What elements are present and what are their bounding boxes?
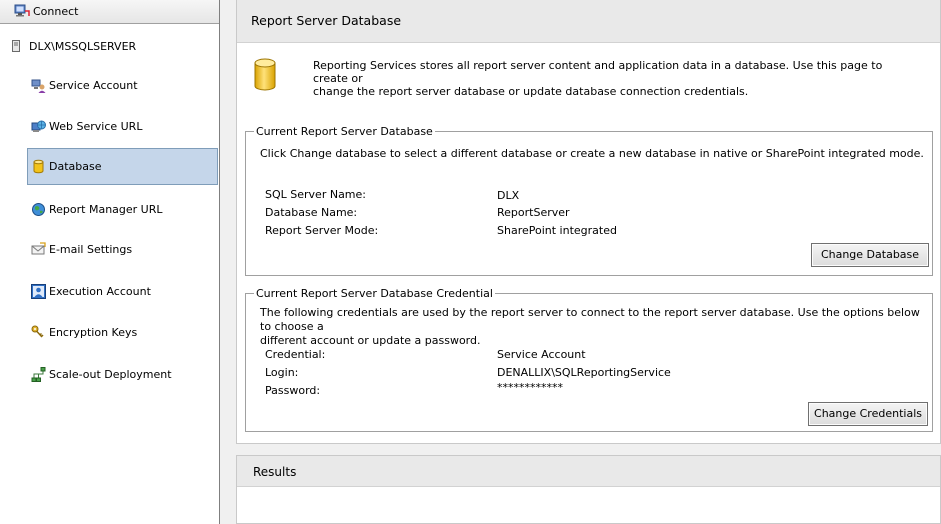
sidebar-item-label: E-mail Settings bbox=[49, 243, 133, 256]
sidebar-item-label: Database bbox=[49, 160, 102, 173]
sidebar-item-label: Scale-out Deployment bbox=[49, 368, 172, 381]
password-value: ************ bbox=[497, 381, 563, 394]
sidebar-item-label: Execution Account bbox=[49, 285, 151, 298]
report-server-mode-value: SharePoint integrated bbox=[497, 224, 617, 237]
sidebar-item-encryption-keys[interactable]: Encryption Keys bbox=[27, 314, 218, 351]
results-title: Results bbox=[253, 465, 297, 479]
password-label: Password: bbox=[265, 384, 321, 397]
database-icon bbox=[33, 159, 44, 174]
sidebar-item-execution-account[interactable]: Execution Account bbox=[27, 273, 218, 310]
database-page: Report Server Database Reporting Service… bbox=[236, 0, 941, 444]
connect-label: Connect bbox=[33, 5, 79, 18]
group-title: Current Report Server Database Credentia… bbox=[254, 287, 495, 300]
description-line: The following credentials are used by th… bbox=[260, 306, 920, 333]
page-title: Report Server Database bbox=[251, 13, 402, 28]
sidebar-item-web-service-url[interactable]: Web Service URL bbox=[27, 108, 218, 145]
sidebar-item-scale-out-deployment[interactable]: Scale-out Deployment bbox=[27, 356, 218, 393]
group-title: Current Report Server Database bbox=[254, 125, 435, 138]
connect-icon bbox=[14, 4, 30, 17]
change-credentials-button[interactable]: Change Credentials bbox=[808, 402, 928, 426]
sql-server-name-label: SQL Server Name: bbox=[265, 188, 366, 201]
results-panel: Results bbox=[236, 455, 941, 524]
results-header: Results bbox=[237, 456, 940, 487]
connect-button[interactable]: Connect bbox=[0, 0, 219, 24]
credential-group: Current Report Server Database Credentia… bbox=[245, 287, 933, 432]
report-server-mode-label: Report Server Mode: bbox=[265, 224, 379, 237]
web-service-icon bbox=[31, 120, 46, 132]
sidebar-item-service-account[interactable]: Service Account bbox=[27, 67, 218, 104]
credential-value: Service Account bbox=[497, 348, 586, 361]
sidebar-item-database[interactable]: Database bbox=[27, 148, 218, 185]
sidebar-item-label: Report Manager URL bbox=[49, 203, 163, 216]
sidebar-item-email-settings[interactable]: E-mail Settings bbox=[27, 231, 218, 268]
sidebar-item-label: Encryption Keys bbox=[49, 326, 138, 339]
login-label: Login: bbox=[265, 366, 299, 379]
globe-icon bbox=[32, 203, 45, 216]
keys-icon bbox=[31, 325, 44, 338]
page-header: Report Server Database bbox=[237, 0, 940, 43]
sidebar-item-report-manager-url[interactable]: Report Manager URL bbox=[27, 191, 218, 228]
sidebar-item-label: Service Account bbox=[49, 79, 138, 92]
sql-server-name-value: DLX bbox=[497, 189, 520, 202]
server-name: DLX\MSSQLSERVER bbox=[29, 40, 137, 53]
current-database-group: Current Report Server Database Click Cha… bbox=[245, 125, 933, 276]
credential-label: Credential: bbox=[265, 348, 326, 361]
database-name-label: Database Name: bbox=[265, 206, 358, 219]
database-icon bbox=[254, 58, 276, 91]
change-database-button[interactable]: Change Database bbox=[811, 243, 929, 267]
intro-line: change the report server database or upd… bbox=[313, 85, 749, 98]
description-line: different account or update a password. bbox=[260, 334, 481, 347]
scale-out-icon bbox=[31, 367, 46, 382]
group-description: The following credentials are used by th… bbox=[260, 306, 932, 348]
email-icon bbox=[31, 242, 46, 255]
intro-line: Reporting Services stores all report ser… bbox=[313, 59, 883, 85]
service-account-icon bbox=[31, 79, 46, 93]
login-value: DENALLIX\SQLReportingService bbox=[497, 366, 671, 379]
execution-account-icon bbox=[31, 284, 46, 299]
page-description: Reporting Services stores all report ser… bbox=[313, 59, 913, 98]
group-description: Click Change database to select a differ… bbox=[260, 147, 924, 160]
sidebar-item-label: Web Service URL bbox=[49, 120, 143, 133]
navigation-pane: Connect DLX\MSSQLSERVER Service Account … bbox=[0, 0, 220, 524]
database-name-value: ReportServer bbox=[497, 206, 570, 219]
server-icon bbox=[12, 40, 20, 52]
